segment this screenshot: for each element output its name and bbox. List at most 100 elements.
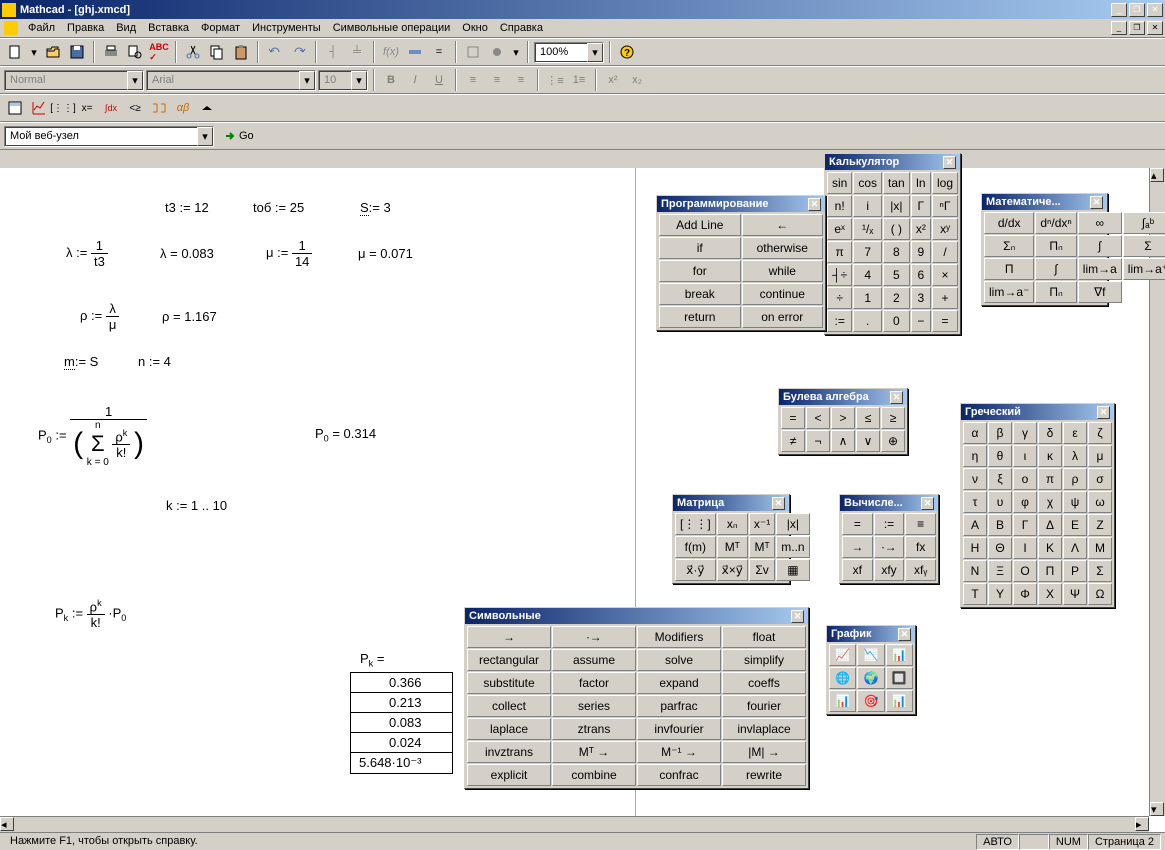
palette-item[interactable]: ≥: [881, 407, 905, 429]
scroll-down-button[interactable]: ▾: [1150, 802, 1164, 816]
superscript-button[interactable]: x²: [602, 69, 624, 91]
palette-item[interactable]: θ: [988, 445, 1012, 467]
palette-item[interactable]: 🔲: [886, 667, 913, 689]
close-icon[interactable]: ✕: [791, 610, 804, 623]
palette-item[interactable]: λ: [1063, 445, 1087, 467]
menu-insert[interactable]: Вставка: [142, 20, 195, 36]
doc-minimize-button[interactable]: _: [1111, 21, 1127, 35]
palette-item[interactable]: sin: [827, 172, 852, 194]
expr-t3[interactable]: t3 := 12: [165, 200, 209, 215]
palette-item[interactable]: 🌍: [857, 667, 884, 689]
expr-p0-val[interactable]: P0 = 0.314: [315, 426, 376, 444]
palette-item[interactable]: 📊: [886, 690, 913, 712]
bullets-button[interactable]: ⋮≡: [544, 69, 566, 91]
palette-item[interactable]: invfourier: [637, 718, 721, 740]
palette-item[interactable]: 📉: [857, 644, 884, 666]
palette-item[interactable]: log: [932, 172, 958, 194]
palette-item[interactable]: ⁿΓ: [932, 195, 958, 217]
palette-item[interactable]: ο: [1013, 468, 1037, 490]
palette-item[interactable]: xfy: [874, 559, 905, 581]
expr-n[interactable]: n := 4: [138, 354, 171, 369]
go-button[interactable]: Go: [216, 125, 261, 147]
palette-item[interactable]: ξ: [988, 468, 1012, 490]
palette-item[interactable]: ⊕: [881, 430, 905, 452]
palette-item[interactable]: fx: [905, 536, 936, 558]
programming-palette-title[interactable]: Программирование✕: [657, 196, 825, 212]
calculator-palette-title[interactable]: Калькулятор✕: [825, 154, 960, 170]
close-icon[interactable]: ✕: [921, 497, 934, 510]
symbolic-palette[interactable]: Символьные✕ →∙→Modifiersfloatrectangular…: [464, 607, 809, 789]
palette-item[interactable]: Α: [963, 514, 987, 536]
palette-item[interactable]: continue: [742, 283, 824, 305]
palette-item[interactable]: ψ: [1063, 491, 1087, 513]
palette-item[interactable]: Λ: [1063, 537, 1087, 559]
palette-item[interactable]: |M| →: [722, 741, 806, 763]
palette-item[interactable]: Π: [1038, 560, 1062, 582]
expr-lambda-def[interactable]: λ := 1t3: [66, 238, 108, 269]
restore-button[interactable]: ❐: [1129, 3, 1145, 17]
align-tb2[interactable]: ╧: [346, 41, 368, 63]
palette-item[interactable]: Ω: [1088, 583, 1112, 605]
palette-item[interactable]: Σv: [749, 559, 775, 581]
palette-item[interactable]: Μ: [1088, 537, 1112, 559]
palette-item[interactable]: ∇f: [1078, 281, 1122, 303]
palette-item[interactable]: ∫: [1035, 258, 1076, 280]
palette-item[interactable]: Δ: [1038, 514, 1062, 536]
palette-item[interactable]: Σ: [1123, 235, 1165, 257]
fx-button[interactable]: f(x): [380, 41, 402, 63]
palette-item[interactable]: otherwise: [742, 237, 824, 259]
palette-item[interactable]: →: [467, 626, 551, 648]
pk-result-table[interactable]: 0.366 0.213 0.083 0.024 5.648·10⁻³: [350, 672, 453, 774]
palette-item[interactable]: 2: [883, 287, 910, 309]
close-icon[interactable]: ✕: [1097, 406, 1110, 419]
palette-item[interactable]: ÷: [827, 287, 852, 309]
palette-item[interactable]: >: [831, 407, 855, 429]
palette-item[interactable]: =: [781, 407, 805, 429]
palette-item[interactable]: ∨: [856, 430, 880, 452]
palette-item[interactable]: ≤: [856, 407, 880, 429]
menu-view[interactable]: Вид: [110, 20, 142, 36]
palette-item[interactable]: x⃗·y⃗: [675, 559, 716, 581]
scroll-left-button[interactable]: ◂: [0, 817, 14, 831]
font-combo[interactable]: Arial ▾: [146, 70, 316, 91]
palette-item[interactable]: Π: [984, 258, 1034, 280]
palette-item[interactable]: Σₙ: [984, 235, 1034, 257]
calc-button[interactable]: =: [428, 41, 450, 63]
palette-item[interactable]: cos: [853, 172, 882, 194]
palette-item[interactable]: =: [842, 513, 873, 535]
close-icon[interactable]: ✕: [898, 628, 911, 641]
style-dropdown-button[interactable]: ▾: [127, 71, 143, 90]
units-button[interactable]: [404, 41, 426, 63]
palette-item[interactable]: xfᵧ: [905, 559, 936, 581]
palette-item[interactable]: φ: [1013, 491, 1037, 513]
scroll-up-button[interactable]: ▴: [1150, 168, 1164, 182]
eval-palette[interactable]: Вычисле...✕ =:=≡→∙→fxxfxfyxfᵧ: [839, 494, 939, 584]
palette-item[interactable]: while: [742, 260, 824, 282]
zoom-dropdown-button[interactable]: ▾: [587, 43, 603, 62]
close-icon[interactable]: ✕: [943, 156, 956, 169]
open-button[interactable]: [42, 41, 64, 63]
palette-item[interactable]: Ζ: [1088, 514, 1112, 536]
palette-item[interactable]: ┤÷: [827, 264, 852, 286]
palette-item[interactable]: ≡: [905, 513, 936, 535]
palette-item[interactable]: Β: [988, 514, 1012, 536]
palette-item[interactable]: Mᵀ: [717, 536, 748, 558]
palette-item[interactable]: substitute: [467, 672, 551, 694]
size-dropdown-button[interactable]: ▾: [351, 71, 367, 90]
palette-item[interactable]: Τ: [963, 583, 987, 605]
palette-item[interactable]: Πₙ: [1035, 235, 1076, 257]
matrix-palette-button[interactable]: [⋮⋮]: [52, 97, 74, 119]
bold-button[interactable]: B: [380, 69, 402, 91]
close-icon[interactable]: ✕: [1090, 196, 1103, 209]
menu-edit[interactable]: Правка: [61, 20, 110, 36]
expr-mu-val[interactable]: μ = 0.071: [358, 246, 413, 261]
palette-item[interactable]: factor: [552, 672, 636, 694]
palette-item[interactable]: combine: [552, 764, 636, 786]
palette-item[interactable]: dⁿ/dxⁿ: [1035, 212, 1076, 234]
greek-palette-button[interactable]: αβ: [172, 97, 194, 119]
palette-item[interactable]: :=: [874, 513, 905, 535]
palette-item[interactable]: confrac: [637, 764, 721, 786]
palette-item[interactable]: .: [853, 310, 882, 332]
align-right-button[interactable]: ≡: [510, 69, 532, 91]
palette-item[interactable]: expand: [637, 672, 721, 694]
